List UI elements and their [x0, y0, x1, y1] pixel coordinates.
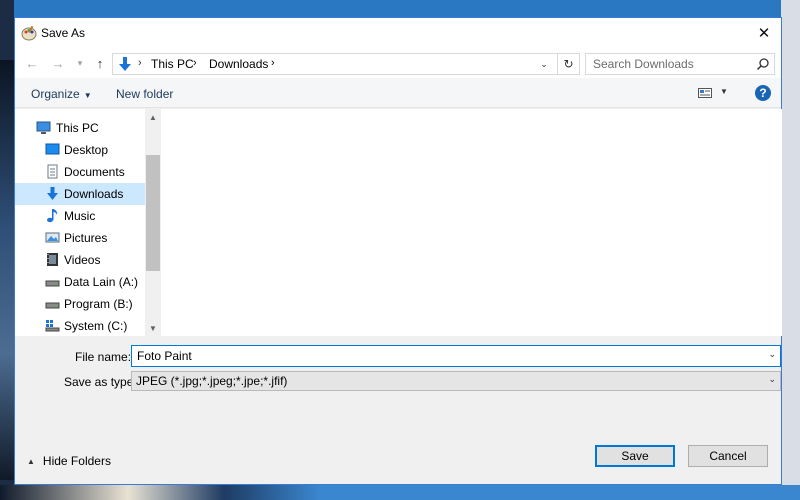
- address-bar[interactable]: › This PC › Downloads › ⌄ ↻: [112, 53, 580, 75]
- help-icon[interactable]: ?: [755, 85, 771, 101]
- chevron-up-icon: ▲: [27, 456, 35, 466]
- save-button[interactable]: Save: [595, 445, 675, 467]
- sidebar-item-label: System (C:): [64, 319, 128, 333]
- chevron-down-icon: ▼: [149, 323, 157, 333]
- change-view-icon[interactable]: [698, 88, 712, 98]
- breadcrumb-this-pc[interactable]: This PC: [151, 57, 194, 71]
- organize-label: Organize: [31, 87, 80, 101]
- sidebar-item-desktop[interactable]: Desktop: [15, 139, 145, 161]
- sidebar-item-label: Music: [64, 209, 96, 223]
- music-icon: [47, 209, 58, 223]
- computer-icon: [36, 121, 51, 134]
- desktop-icon: [45, 143, 60, 155]
- downloads-icon: [47, 187, 58, 200]
- drive-icon: [45, 280, 60, 287]
- title-bar[interactable]: Save As ✕: [15, 18, 781, 48]
- breadcrumb-separator[interactable]: ›: [193, 57, 197, 69]
- close-button[interactable]: ✕: [747, 18, 781, 48]
- sidebar-item-label: Pictures: [64, 231, 108, 245]
- navigation-bar: ← → ▾ ↑ › This PC › Downloads › ⌄ ↻: [15, 48, 781, 78]
- cancel-button[interactable]: Cancel: [688, 445, 768, 467]
- chevron-down-icon: ▼: [83, 91, 92, 100]
- sidebar-item-downloads[interactable]: Downloads: [15, 183, 145, 205]
- save-as-dialog: Save As ✕ ← → ▾ ↑ › This PC › Downloads …: [14, 17, 782, 485]
- sidebar-item-documents[interactable]: Documents: [15, 161, 145, 183]
- address-dropdown-button[interactable]: ⌄: [535, 54, 553, 74]
- chevron-down-icon[interactable]: ⌄: [768, 349, 776, 360]
- search-input[interactable]: [593, 57, 753, 71]
- hide-folders-button[interactable]: ▲ Hide Folders: [27, 454, 111, 468]
- navigation-pane-scrollbar[interactable]: ▲ ▼: [145, 109, 161, 336]
- back-button[interactable]: ←: [23, 54, 41, 72]
- paint-app-icon: [21, 25, 37, 41]
- chevron-up-icon: ▲: [149, 112, 157, 122]
- file-name-combobox[interactable]: ⌄: [131, 345, 781, 367]
- chevron-down-icon: ⌄: [768, 374, 776, 384]
- chevron-down-icon: ⌄: [540, 58, 548, 69]
- save-as-type-label: Save as type:: [64, 375, 137, 389]
- up-button[interactable]: ↑: [91, 54, 109, 72]
- sidebar-item-label: Videos: [64, 253, 101, 267]
- search-icon[interactable]: [756, 57, 770, 71]
- scroll-up-button[interactable]: ▲: [145, 109, 161, 125]
- close-icon: ✕: [757, 25, 771, 42]
- dialog-title: Save As: [41, 26, 86, 40]
- view-options-dropdown[interactable]: ▼: [720, 87, 728, 96]
- documents-icon: [47, 164, 58, 179]
- sidebar-item-this-pc[interactable]: This PC: [15, 117, 145, 139]
- save-as-type-value: JPEG (*.jpg;*.jpeg;*.jpe;*.jfif): [136, 374, 288, 388]
- sidebar-item-music[interactable]: Music: [15, 205, 145, 227]
- sidebar-item-pictures[interactable]: Pictures: [15, 227, 145, 249]
- chevron-down-icon: ▾: [77, 57, 83, 68]
- organize-button[interactable]: Organize ▼: [31, 87, 92, 101]
- desktop-background-bottom: [0, 485, 800, 500]
- downloads-icon: [119, 57, 131, 71]
- search-box[interactable]: [585, 53, 775, 75]
- file-name-label: File name:: [75, 350, 132, 364]
- sidebar-item-label: Downloads: [64, 187, 124, 201]
- pictures-icon: [45, 232, 60, 243]
- forward-button[interactable]: →: [49, 54, 67, 72]
- system-drive-icon: [45, 320, 60, 332]
- desktop-window-edge: [781, 0, 800, 500]
- sidebar-item-label: Documents: [64, 165, 125, 179]
- refresh-button[interactable]: ↻: [557, 54, 579, 74]
- drive-icon: [45, 302, 60, 309]
- scroll-down-button[interactable]: ▼: [145, 320, 161, 336]
- videos-icon: [47, 253, 58, 266]
- sidebar-item-program[interactable]: Program (B:): [15, 293, 145, 315]
- desktop-background-left: [0, 0, 14, 500]
- sidebar-item-label: Data Lain (A:): [64, 275, 139, 289]
- breadcrumb-separator: ›: [138, 57, 142, 69]
- arrow-right-icon: →: [51, 55, 65, 71]
- sidebar-item-videos[interactable]: Videos: [15, 249, 145, 271]
- navigation-pane: This PC Desktop Documents Downloads Musi…: [15, 109, 145, 336]
- hide-folders-label: Hide Folders: [42, 454, 111, 468]
- sidebar-item-data-lain[interactable]: Data Lain (A:): [15, 271, 145, 293]
- scrollbar-thumb[interactable]: [146, 155, 160, 271]
- new-folder-button[interactable]: New folder: [116, 87, 173, 101]
- breadcrumb-separator[interactable]: ›: [271, 57, 275, 69]
- breadcrumb-downloads[interactable]: Downloads: [209, 57, 268, 71]
- sidebar-item-label: Program (B:): [64, 297, 133, 311]
- recent-locations-button[interactable]: ▾: [71, 54, 89, 72]
- sidebar-item-label: Desktop: [64, 143, 109, 157]
- refresh-icon: ↻: [563, 57, 574, 71]
- save-as-type-select[interactable]: JPEG (*.jpg;*.jpeg;*.jpe;*.jfif) ⌄: [131, 371, 781, 391]
- sidebar-item-system[interactable]: System (C:): [15, 315, 145, 336]
- arrow-up-icon: ↑: [96, 55, 104, 71]
- arrow-left-icon: ←: [25, 55, 39, 71]
- file-name-input[interactable]: [137, 349, 747, 363]
- sidebar-item-label: This PC: [56, 121, 99, 135]
- command-toolbar: Organize ▼ New folder ▼ ?: [15, 78, 781, 108]
- file-list-area[interactable]: [161, 109, 782, 336]
